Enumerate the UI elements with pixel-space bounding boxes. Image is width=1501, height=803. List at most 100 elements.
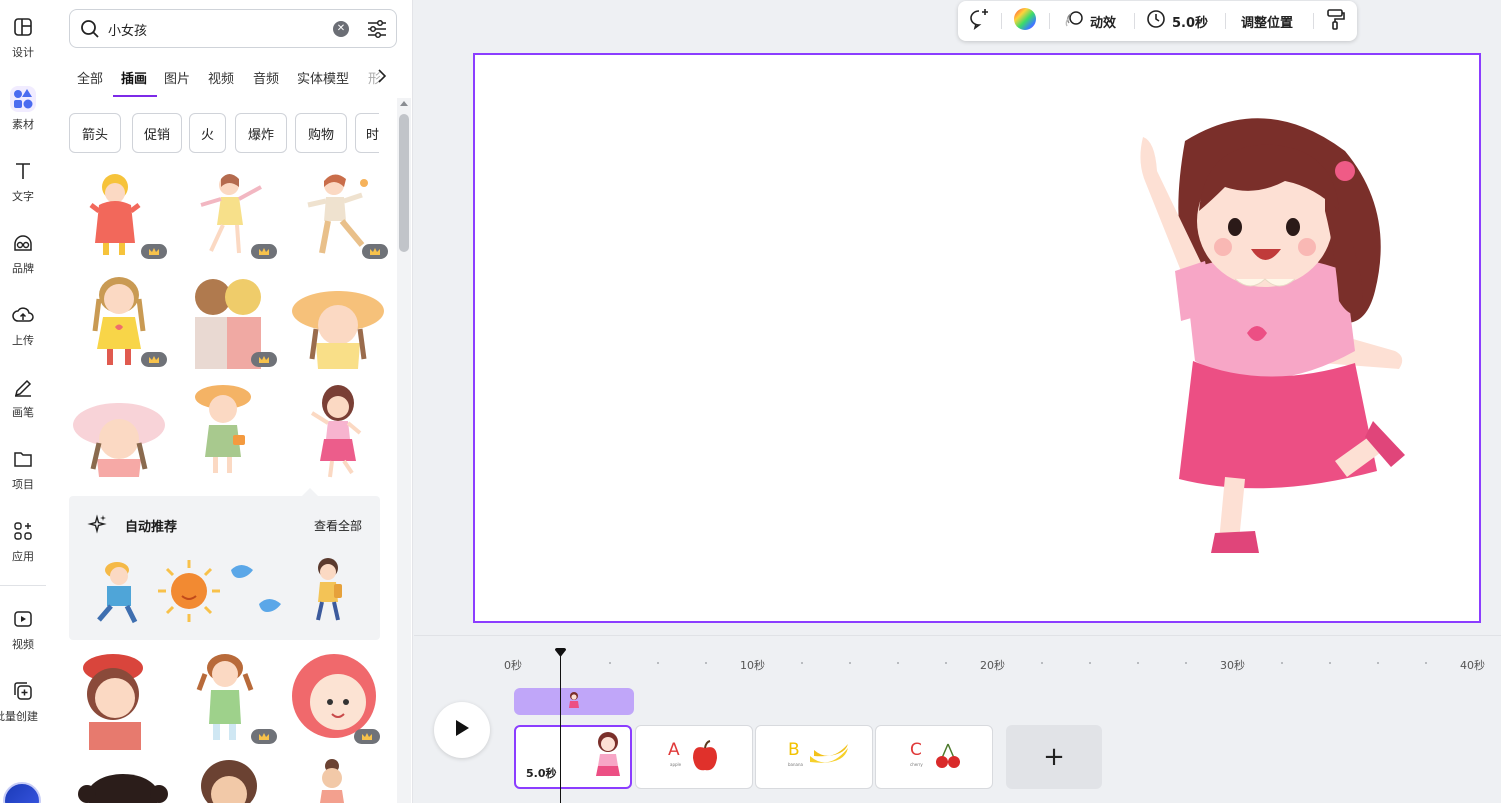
tick-label: 10秒 — [740, 659, 765, 672]
scene-thumbnail-4[interactable]: C cherry — [875, 725, 993, 789]
illustration-two-girls[interactable] — [181, 273, 281, 373]
tick-dot — [1425, 662, 1427, 664]
premium-crown-icon — [141, 244, 167, 259]
rail-label: 视频 — [12, 638, 34, 651]
illustration-girl-pink-dress[interactable] — [292, 381, 392, 481]
illustration-girl-red-beret[interactable] — [71, 650, 171, 750]
illustration-girl-raincoat[interactable] — [71, 165, 171, 265]
toolbar-separator — [1001, 13, 1002, 29]
clear-search-icon[interactable]: ✕ — [333, 21, 349, 37]
illustration-girl-brown-hair[interactable] — [181, 756, 281, 803]
rail-label: 上传 — [12, 334, 34, 347]
rail-label: 应用 — [12, 550, 34, 563]
design-canvas[interactable] — [473, 53, 1481, 623]
illustration-girl-sunhat[interactable] — [286, 273, 386, 373]
duration-button[interactable]: 5.0秒 — [1146, 1, 1208, 41]
comment-add-button[interactable] — [968, 1, 990, 41]
illustration-girl-overalls[interactable] — [181, 650, 281, 750]
rail-item-upload[interactable]: 上传 — [0, 302, 46, 362]
rail-item-draw[interactable]: 画笔 — [0, 374, 46, 434]
rail-item-bulk-create[interactable]: 批量创建 — [0, 678, 46, 738]
recommend-boy-running[interactable] — [87, 556, 153, 626]
apps-icon — [10, 518, 36, 544]
scene-caption: cherry — [910, 762, 923, 767]
tab-photos[interactable]: 图片 — [164, 68, 190, 87]
chip-arrow[interactable]: 箭头 — [69, 113, 121, 153]
chip-promo[interactable]: 促销 — [132, 113, 182, 153]
tab-videos[interactable]: 视频 — [208, 68, 234, 87]
rail-item-brand[interactable]: 品牌 — [0, 230, 46, 290]
recommend-birds[interactable] — [225, 556, 291, 626]
rail-item-design[interactable]: 设计 — [0, 14, 46, 74]
premium-crown-icon — [251, 729, 277, 744]
comment-plus-icon — [968, 8, 990, 34]
playhead-handle[interactable] — [555, 648, 566, 657]
scene-thumbnail-1[interactable]: 5.0秒 — [514, 725, 632, 789]
illustration-girl-braids[interactable] — [71, 273, 171, 373]
recommend-girl-backpack[interactable] — [294, 556, 360, 626]
tick-dot — [1281, 662, 1283, 664]
rail-label: 文字 — [12, 190, 34, 203]
tick-label: 30秒 — [1220, 659, 1245, 672]
scene-letter: A — [668, 740, 680, 760]
search-input[interactable] — [108, 17, 318, 41]
play-icon — [454, 719, 470, 741]
scrollbar-thumb[interactable] — [399, 114, 409, 252]
rail-item-apps[interactable]: 应用 — [0, 518, 46, 578]
rail-label: 素材 — [12, 118, 34, 131]
illustration-girl-pink-hat[interactable] — [71, 381, 171, 481]
chip-fire[interactable]: 火 — [189, 113, 226, 153]
tick-dot — [1089, 662, 1091, 664]
illustration-girl-jumping[interactable] — [292, 165, 392, 265]
rail-label: 品牌 — [12, 262, 34, 275]
scroll-up-arrow[interactable] — [400, 101, 408, 106]
tab-illustrations[interactable]: 插画 — [121, 68, 147, 87]
premium-crown-icon — [141, 352, 167, 367]
layout-icon — [10, 14, 36, 40]
magic-button[interactable] — [3, 782, 41, 803]
illustration-girl-bun[interactable] — [292, 756, 392, 803]
rail-item-video[interactable]: 视频 — [0, 606, 46, 666]
chip-time[interactable]: 时 — [355, 113, 379, 153]
view-all-link[interactable]: 查看全部 — [314, 517, 362, 534]
filter-icon[interactable] — [366, 18, 388, 44]
rail-item-projects[interactable]: 项目 — [0, 446, 46, 506]
playhead[interactable] — [560, 651, 561, 803]
elements-icon — [10, 86, 36, 112]
element-track-bar[interactable] — [514, 688, 634, 715]
keyword-chips: 箭头 促销 火 爆炸 购物 时 — [69, 113, 379, 153]
add-scene-button[interactable]: + — [1006, 725, 1102, 789]
video-icon — [10, 606, 36, 632]
rail-item-elements[interactable]: 素材 — [0, 86, 46, 146]
chip-shopping[interactable]: 购物 — [295, 113, 347, 153]
rail-item-text[interactable]: 文字 — [0, 158, 46, 218]
recommend-sun[interactable] — [156, 556, 222, 626]
girl-illustration[interactable] — [1115, 101, 1415, 561]
category-tabs: 全部 插画 图片 视频 音频 实体模型 形 — [69, 62, 399, 98]
duration-label: 5.0秒 — [1172, 15, 1209, 31]
bulk-create-icon — [10, 678, 36, 704]
tab-audio[interactable]: 音频 — [253, 68, 279, 87]
illustration-girl-red-hair[interactable] — [284, 650, 384, 750]
panel-scrollbar[interactable] — [397, 98, 411, 803]
position-button[interactable]: 调整位置 — [1241, 1, 1293, 41]
illustration-girl-dancing[interactable] — [181, 165, 281, 265]
element-toolbar: 动效 5.0秒 调整位置 — [958, 1, 1357, 41]
premium-crown-icon — [251, 352, 277, 367]
tab-all[interactable]: 全部 — [77, 68, 103, 87]
play-button[interactable] — [434, 702, 490, 758]
illustration-girl-satchel[interactable] — [181, 381, 281, 481]
copy-style-button[interactable] — [1326, 1, 1346, 41]
illustration-girl-dark-hair[interactable] — [71, 760, 171, 803]
scene-thumbnail-2[interactable]: A apple — [635, 725, 753, 789]
scene-letter: B — [788, 740, 800, 760]
chip-explosion[interactable]: 爆炸 — [235, 113, 287, 153]
color-button[interactable] — [1013, 1, 1037, 41]
tick-label: 20秒 — [980, 659, 1005, 672]
active-tab-indicator — [113, 95, 157, 97]
rail-label: 项目 — [12, 478, 34, 491]
chevron-right-icon[interactable] — [376, 68, 388, 88]
animate-button[interactable]: 动效 — [1064, 1, 1116, 41]
tab-mockups[interactable]: 实体模型 — [297, 68, 349, 87]
scene-thumbnail-3[interactable]: B banana — [755, 725, 873, 789]
